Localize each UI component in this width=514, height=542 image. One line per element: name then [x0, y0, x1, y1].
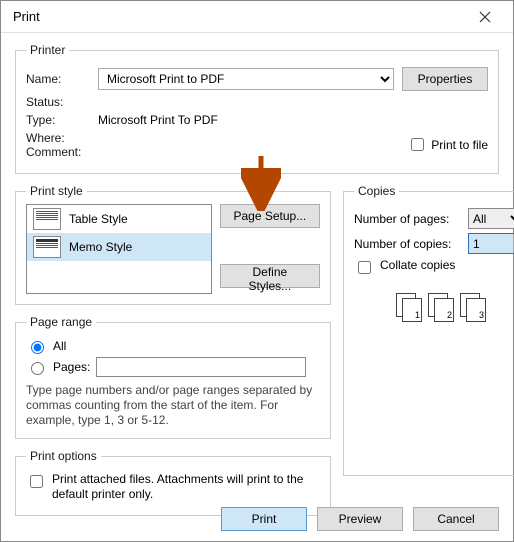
properties-button[interactable]: Properties: [402, 67, 488, 91]
num-copies-spinner[interactable]: ▲▼: [468, 233, 514, 254]
collate-label: Collate copies: [380, 258, 455, 273]
print-dialog: Print Printer Name: Microsoft Print to P…: [0, 0, 514, 542]
print-attached-checkbox[interactable]: [30, 475, 43, 488]
memo-style-icon: [33, 236, 61, 258]
style-item-table[interactable]: Table Style: [27, 205, 211, 233]
num-copies-input[interactable]: [469, 234, 513, 253]
print-options-legend: Print options: [26, 449, 101, 463]
style-item-label: Memo Style: [69, 240, 132, 254]
dialog-title: Print: [13, 9, 465, 24]
define-styles-button[interactable]: Define Styles...: [220, 264, 320, 288]
collate-checkbox[interactable]: [358, 261, 371, 274]
print-button[interactable]: Print: [221, 507, 307, 531]
collate-thumb-icon: 33: [460, 293, 486, 323]
printer-group: Printer Name: Microsoft Print to PDF Pro…: [15, 43, 499, 174]
cancel-button[interactable]: Cancel: [413, 507, 499, 531]
close-icon: [479, 11, 491, 23]
type-value: Microsoft Print To PDF: [98, 113, 218, 127]
num-pages-label: Number of pages:: [354, 212, 462, 226]
close-button[interactable]: [465, 1, 505, 33]
collate-thumb-icon: 11: [396, 293, 422, 323]
pages-radio[interactable]: [31, 362, 44, 375]
status-label: Status:: [26, 95, 98, 109]
titlebar: Print: [1, 1, 513, 33]
pages-input[interactable]: [96, 357, 306, 377]
type-label: Type:: [26, 113, 98, 127]
preview-button[interactable]: Preview: [317, 507, 403, 531]
copies-legend: Copies: [354, 184, 399, 198]
page-range-legend: Page range: [26, 315, 96, 329]
print-to-file-label: Print to file: [431, 138, 488, 152]
print-style-legend: Print style: [26, 184, 87, 198]
pages-label: Pages:: [53, 360, 90, 374]
num-copies-label: Number of copies:: [354, 237, 462, 251]
style-item-label: Table Style: [69, 212, 128, 226]
dialog-footer: Print Preview Cancel: [221, 507, 499, 531]
collate-preview: 11 22 33: [354, 293, 514, 323]
page-range-group: Page range All Pages: Type page numbers …: [15, 315, 331, 439]
copies-group: Copies Number of pages: All Number of co…: [343, 184, 514, 476]
collate-thumb-icon: 22: [428, 293, 454, 323]
print-attached-label: Print attached files. Attachments will p…: [52, 472, 320, 502]
num-pages-select[interactable]: All: [468, 208, 514, 229]
print-to-file-checkbox[interactable]: [411, 138, 424, 151]
comment-label: Comment:: [26, 145, 98, 159]
page-setup-button[interactable]: Page Setup...: [220, 204, 320, 228]
name-label: Name:: [26, 72, 98, 86]
table-style-icon: [33, 208, 61, 230]
all-label: All: [53, 339, 66, 353]
page-range-help: Type page numbers and/or page ranges sep…: [26, 383, 320, 428]
where-label: Where:: [26, 131, 98, 145]
style-list[interactable]: Table Style Memo Style: [26, 204, 212, 294]
style-item-memo[interactable]: Memo Style: [27, 233, 211, 261]
printer-legend: Printer: [26, 43, 69, 57]
print-style-group: Print style Table Style Memo Style: [15, 184, 331, 305]
printer-name-select[interactable]: Microsoft Print to PDF: [98, 68, 394, 90]
all-radio[interactable]: [31, 341, 44, 354]
print-options-group: Print options Print attached files. Atta…: [15, 449, 331, 516]
